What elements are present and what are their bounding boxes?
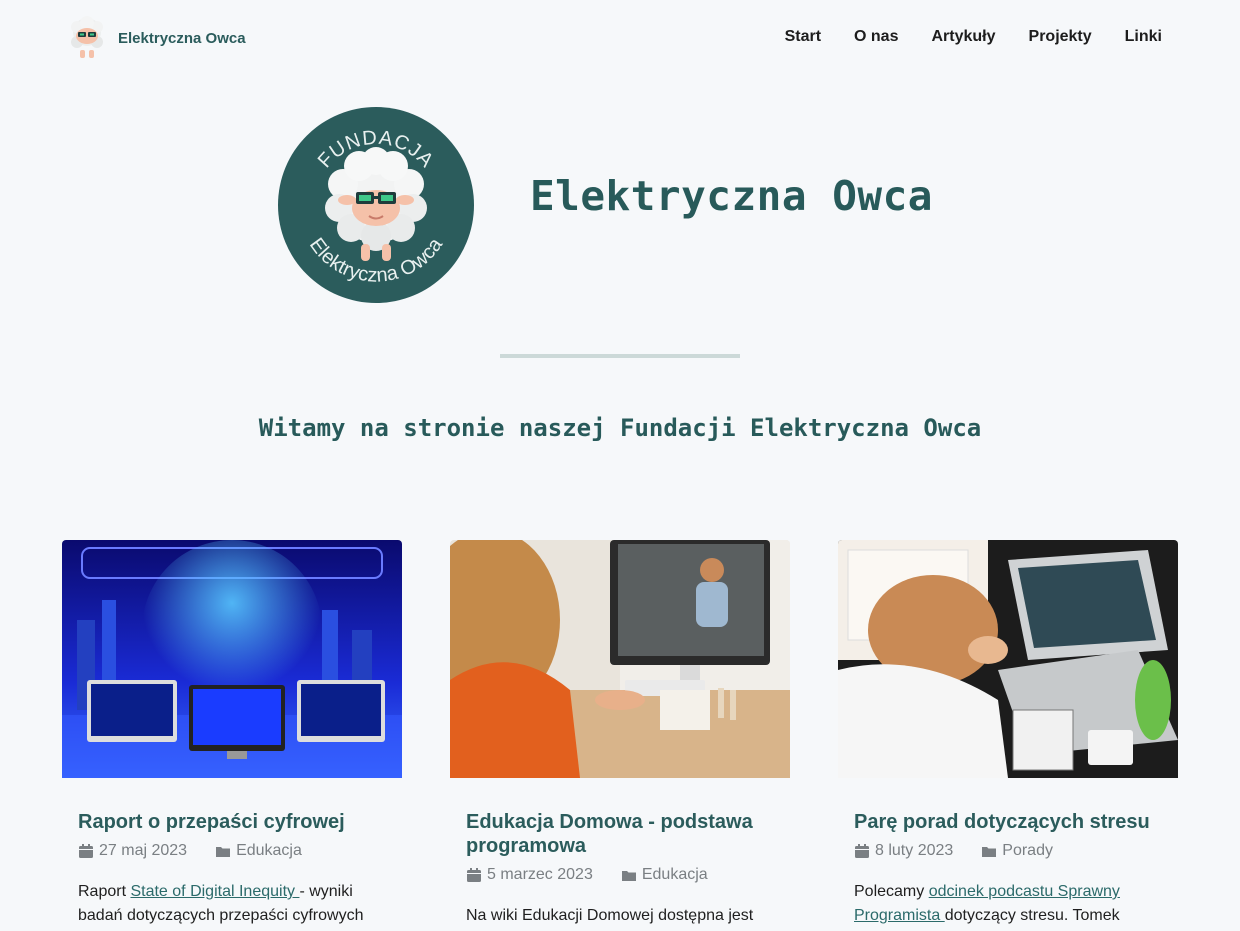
card-title[interactable]: Raport o przepaści cyfrowej: [78, 810, 386, 834]
nav-item-start[interactable]: Start: [785, 28, 821, 46]
calendar-icon: [467, 867, 481, 882]
excerpt-text: Polecamy: [854, 883, 929, 900]
card-title[interactable]: Edukacja Domowa - podstawa programowa: [466, 810, 774, 858]
article-card: Edukacja Domowa - podstawa programowa 5 …: [450, 540, 790, 928]
hero-title: Elektryczna Owca: [530, 172, 933, 220]
nav-item-o-nas[interactable]: O nas: [854, 28, 898, 46]
card-meta: 5 marzec 2023 Edukacja: [466, 866, 774, 884]
card-category-text: Edukacja: [641, 866, 708, 883]
excerpt-text: Na wiki Edukacji Domowej dostępna jest: [466, 907, 754, 924]
welcome-heading: Witamy na stronie naszej Fundacji Elektr…: [258, 414, 982, 442]
main-nav: Start O nas Artykuły Projekty Linki: [785, 28, 1162, 46]
article-card: Parę porad dotyczących stresu 8 luty 202…: [838, 540, 1178, 928]
card-category[interactable]: Edukacja: [215, 842, 302, 860]
sheep-logo-icon: [71, 16, 103, 58]
divider: [500, 354, 740, 358]
card-excerpt: Na wiki Edukacji Domowej dostępna jest: [466, 904, 774, 928]
article-card: Raport o przepaści cyfrowej 27 maj 2023 …: [62, 540, 402, 928]
folder-icon: [216, 846, 231, 857]
card-date: 5 marzec 2023: [466, 866, 593, 884]
card-date-text: 5 marzec 2023: [487, 866, 593, 883]
card-category-text: Edukacja: [236, 842, 302, 859]
nav-item-artykuly[interactable]: Artykuły: [931, 28, 995, 46]
card-meta: 8 luty 2023 Porady: [854, 842, 1162, 860]
card-meta: 27 maj 2023 Edukacja: [78, 842, 386, 860]
calendar-icon: [855, 843, 869, 858]
foundation-logo: FUNDACJA Elektryczna Owca: [278, 107, 474, 303]
card-title[interactable]: Parę porad dotyczących stresu: [854, 810, 1162, 834]
card-category-text: Porady: [1002, 842, 1053, 859]
nav-item-linki[interactable]: Linki: [1125, 28, 1162, 46]
excerpt-text: Raport: [78, 883, 131, 900]
home-education-video-call-image[interactable]: [450, 540, 790, 778]
card-excerpt: Raport State of Digital Inequity - wynik…: [78, 880, 386, 928]
excerpt-link[interactable]: State of Digital Inequity: [130, 883, 299, 900]
brand-link[interactable]: Elektryczna Owca: [66, 14, 246, 62]
card-date: 8 luty 2023: [854, 842, 953, 860]
nav-item-projekty[interactable]: Projekty: [1029, 28, 1092, 46]
stressed-person-laptop-image[interactable]: [838, 540, 1178, 778]
brand-name: Elektryczna Owca: [118, 29, 246, 47]
folder-icon: [982, 846, 997, 857]
excerpt-text: dotyczący stresu. Tomek: [944, 907, 1120, 924]
card-category[interactable]: Porady: [981, 842, 1053, 860]
navbar: Elektryczna Owca Start O nas Artykuły Pr…: [0, 0, 1240, 78]
card-date: 27 maj 2023: [78, 842, 187, 860]
card-category[interactable]: Edukacja: [621, 866, 708, 884]
card-date-text: 27 maj 2023: [99, 842, 188, 859]
folder-icon: [621, 870, 636, 881]
card-excerpt: Polecamy odcinek podcastu Sprawny Progra…: [854, 880, 1162, 928]
digital-city-monitors-image[interactable]: [62, 540, 402, 778]
card-date-text: 8 luty 2023: [875, 842, 954, 859]
calendar-icon: [79, 843, 93, 858]
